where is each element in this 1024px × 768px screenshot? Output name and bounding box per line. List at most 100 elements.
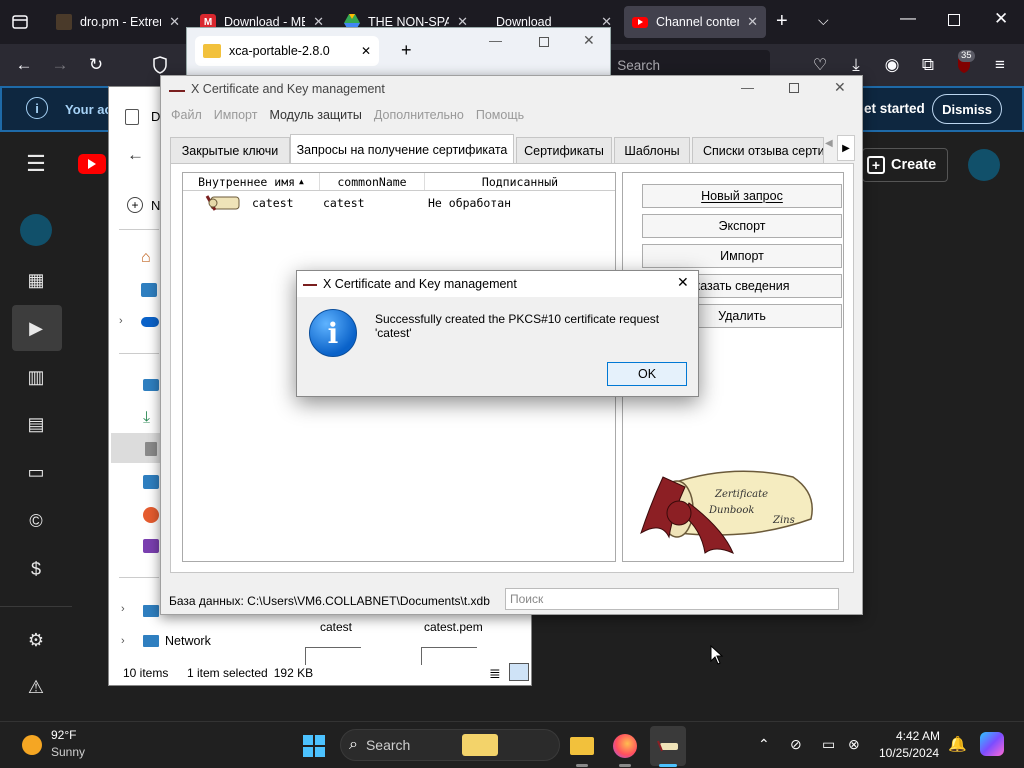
expand-chevron-icon[interactable]: › (119, 315, 123, 327)
notification-bell-icon[interactable]: 🔔 (948, 735, 967, 753)
menu-file[interactable]: Файл (171, 108, 202, 122)
get-started-button[interactable]: et started (864, 101, 925, 116)
hamburger-menu-icon[interactable]: ☰ (22, 150, 50, 178)
this-pc-icon[interactable] (143, 605, 159, 617)
back-icon[interactable]: ← (10, 52, 38, 78)
forward-icon[interactable]: → (46, 52, 74, 78)
tab-revocation-lists[interactable]: Списки отзыва сертис (692, 137, 824, 163)
maximize-icon[interactable] (539, 37, 549, 47)
minimize-icon[interactable]: — (900, 10, 916, 28)
gallery-icon[interactable] (141, 283, 157, 297)
chevron-down-icon[interactable]: ⌵ (818, 12, 829, 29)
tab-certificate-requests[interactable]: Запросы на получение сертификата (290, 134, 514, 164)
dashboard-icon[interactable]: ▦ (22, 266, 50, 294)
menu-security-module[interactable]: Модуль защиты (269, 108, 361, 122)
content-icon[interactable]: ▶ (22, 314, 50, 342)
close-window-icon[interactable]: ✕ (994, 9, 1008, 29)
search-input[interactable]: Поиск (505, 588, 839, 610)
clock-time[interactable]: 4:42 AM (896, 729, 940, 743)
file-label[interactable]: catest.pem (424, 620, 483, 634)
close-tab-icon[interactable]: ✕ (747, 14, 758, 30)
documents-icon[interactable] (145, 442, 157, 456)
reload-icon[interactable]: ↻ (82, 52, 110, 78)
column-header-internal-name[interactable]: Внутреннее имя ▲ (183, 173, 320, 190)
clock-date[interactable]: 10/25/2024 (879, 746, 939, 760)
youtube-logo-icon[interactable] (78, 154, 106, 174)
downloads-icon[interactable]: ⤓ (143, 409, 150, 427)
details-view-icon[interactable]: ≣ (489, 665, 501, 682)
analytics-icon[interactable]: ▥ (22, 363, 50, 391)
menu-help[interactable]: Помощь (476, 108, 524, 122)
table-row[interactable]: catest catest Не обработан (183, 193, 615, 213)
close-window-icon[interactable]: ✕ (834, 79, 846, 96)
expand-chevron-icon[interactable]: › (121, 635, 125, 647)
file-label[interactable]: catest (320, 620, 352, 634)
network-icon[interactable]: ⊘ (790, 736, 802, 753)
new-tab-icon[interactable]: + (401, 40, 412, 61)
divider (119, 577, 159, 578)
file-explorer-icon[interactable] (566, 730, 598, 762)
copilot-icon[interactable] (980, 732, 1004, 756)
column-header-signed[interactable]: Подписанный (425, 173, 615, 190)
minimize-icon[interactable]: — (489, 33, 502, 48)
import-button[interactable]: Импорт (642, 244, 842, 268)
channel-avatar[interactable] (20, 214, 52, 246)
close-window-icon[interactable]: ✕ (583, 32, 595, 49)
ok-button[interactable]: OK (607, 362, 687, 386)
display-icon[interactable]: ▭ (822, 736, 835, 753)
firefox-icon[interactable] (609, 730, 641, 762)
account-avatar[interactable] (968, 149, 1000, 181)
dismiss-button[interactable]: Dismiss (932, 94, 1002, 124)
create-button[interactable]: + Create (862, 148, 948, 182)
browser-tab[interactable]: dro.pm - Extrem ✕ (48, 6, 188, 38)
new-tab-icon[interactable]: + (776, 10, 788, 33)
chevron-up-icon[interactable]: ⌃ (758, 736, 770, 753)
folder-tab[interactable]: xca-portable-2.8.0 ✕ (195, 36, 379, 66)
restore-icon[interactable] (948, 14, 960, 26)
new-button[interactable]: + N (127, 197, 160, 213)
desktop-icon[interactable] (143, 379, 159, 391)
tab-templates[interactable]: Шаблоны (614, 137, 690, 163)
svg-text:Zertificate: Zertificate (714, 489, 768, 500)
export-button[interactable]: Экспорт (642, 214, 842, 238)
close-tab-icon[interactable]: ✕ (361, 44, 371, 58)
weather-temp[interactable]: 92°F (51, 728, 76, 742)
file-icon[interactable] (305, 647, 361, 665)
home-icon[interactable]: ⌂ (141, 249, 151, 267)
settings-icon[interactable]: ⚙ (22, 626, 50, 654)
windows-start-icon[interactable] (298, 730, 330, 762)
close-dialog-icon[interactable]: ✕ (677, 274, 689, 291)
tab-scroll-left-icon[interactable]: ◀ (825, 138, 833, 149)
menu-icon[interactable]: ≡ (986, 52, 1014, 78)
tab-private-keys[interactable]: Закрытые ключи (170, 137, 290, 163)
close-tab-icon[interactable]: ✕ (169, 14, 180, 30)
expand-chevron-icon[interactable]: › (121, 603, 125, 615)
feedback-icon[interactable]: ⚠ (22, 673, 50, 701)
menu-import[interactable]: Импорт (214, 108, 258, 122)
extensions-icon[interactable]: ⧉ (914, 52, 942, 78)
subtitles-icon[interactable]: ▭ (22, 458, 50, 486)
account-icon[interactable]: ◉ (878, 52, 906, 78)
maximize-icon[interactable] (789, 83, 799, 93)
volume-icon[interactable]: ⊗ (848, 736, 860, 753)
column-header-common-name[interactable]: commonName (320, 173, 425, 190)
browser-tab-active[interactable]: Channel content ✕ (624, 6, 766, 38)
new-request-button[interactable]: Новый запрос (642, 184, 842, 208)
onedrive-icon[interactable] (141, 317, 159, 327)
tab-list-icon[interactable] (10, 12, 30, 32)
taskbar-search[interactable]: ⌕ Search (340, 729, 560, 761)
tab-scroll-right-icon[interactable]: ▶ (837, 135, 855, 161)
music-icon[interactable] (143, 507, 159, 523)
sidebar-item-network[interactable]: Network (143, 634, 211, 648)
copyright-icon[interactable]: © (22, 507, 50, 535)
earn-icon[interactable]: $ (22, 555, 50, 583)
tiles-view-icon[interactable] (509, 663, 529, 681)
comments-icon[interactable]: ▤ (22, 410, 50, 438)
minimize-icon[interactable]: — (741, 80, 754, 95)
menu-extra[interactable]: Дополнительно (374, 108, 464, 122)
videos-icon[interactable] (143, 539, 159, 553)
back-icon[interactable]: ← (127, 145, 144, 165)
pictures-icon[interactable] (143, 475, 159, 489)
tab-certificates[interactable]: Сертификаты (516, 137, 612, 163)
file-icon[interactable] (421, 647, 477, 665)
